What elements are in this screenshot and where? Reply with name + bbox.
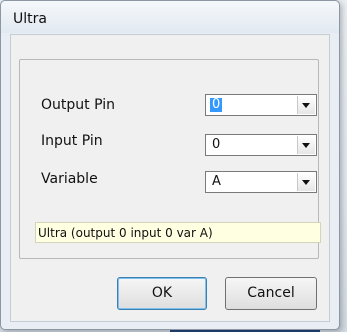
input-pin-label: Input Pin — [41, 133, 103, 149]
variable-label: Variable — [41, 171, 98, 187]
dialog-title: Ultra — [13, 11, 47, 27]
chevron-down-icon[interactable] — [297, 96, 315, 114]
status-summary: Ultra (output 0 input 0 var A) — [35, 222, 321, 243]
variable-value: A — [212, 174, 221, 189]
ok-button[interactable]: OK — [117, 277, 207, 310]
output-pin-value: 0 — [210, 97, 223, 112]
output-pin-dropdown[interactable]: 0 — [205, 94, 317, 116]
input-pin-dropdown[interactable]: 0 — [205, 134, 317, 156]
cancel-button[interactable]: Cancel — [225, 277, 317, 310]
output-pin-label: Output Pin — [41, 97, 115, 113]
chevron-down-icon[interactable] — [297, 173, 315, 191]
title-bar[interactable]: Ultra — [1, 1, 339, 33]
chevron-down-icon[interactable] — [297, 136, 315, 154]
ultra-dialog: Ultra Output Pin 0 Input Pin 0 Variable … — [0, 0, 340, 330]
input-pin-value: 0 — [212, 137, 221, 152]
variable-dropdown[interactable]: A — [205, 171, 317, 193]
